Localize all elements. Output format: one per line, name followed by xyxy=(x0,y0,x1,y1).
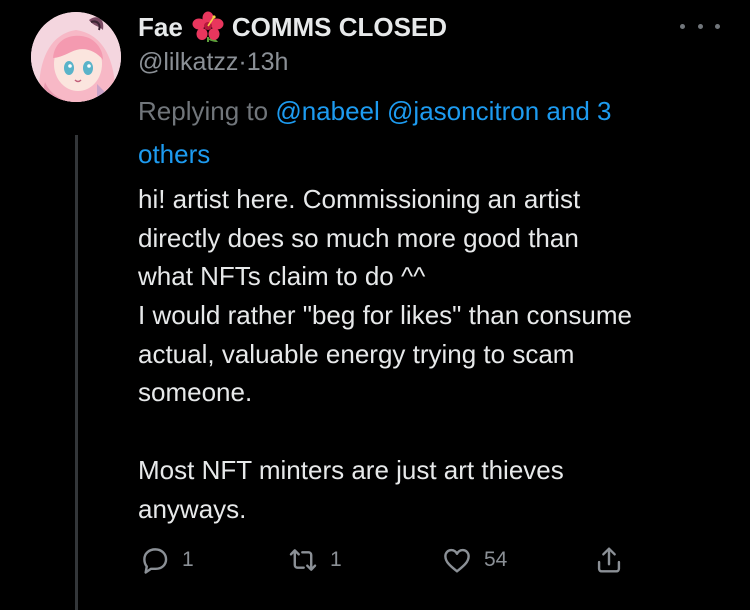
hibiscus-icon xyxy=(192,11,224,43)
display-name[interactable]: Fae xyxy=(138,12,183,43)
tweet-text-line: Most NFT minters are just art thieves xyxy=(138,454,564,485)
mention-link[interactable]: @nabeel xyxy=(275,96,379,126)
tweet-actions: 1 1 54 xyxy=(138,543,698,577)
more-dot xyxy=(697,23,703,29)
tweet-time[interactable]: 13h xyxy=(247,48,289,76)
like-button[interactable]: 54 xyxy=(440,543,507,577)
more-dot xyxy=(715,23,720,29)
retweet-button[interactable]: 1 xyxy=(286,543,342,577)
heart-icon xyxy=(444,548,470,573)
author-name-row[interactable]: Fae COMMS CLOSED xyxy=(138,10,698,44)
tweet-text-line: hi! artist here. Commissioning an artist xyxy=(138,184,581,214)
meta-separator: · xyxy=(238,48,247,76)
tweet-header: Fae COMMS CLOSED @lilkatzz·13h xyxy=(138,10,698,77)
like-count: 54 xyxy=(484,548,508,571)
share-icon xyxy=(597,547,621,573)
tweet-text: hi! artist here. Commissioning an artist… xyxy=(138,180,738,528)
replying-to: Replying to @nabeel @jasoncitron and 3 o… xyxy=(138,90,698,176)
handle-row: @lilkatzz·13h xyxy=(138,48,698,77)
thread-line xyxy=(75,135,78,610)
tweet-text-line: anyways. xyxy=(138,493,247,524)
retweet-icon xyxy=(289,549,317,571)
tweet-text-line: what NFTs claim to do ^^ xyxy=(138,261,426,292)
replying-others-label[interactable]: others xyxy=(138,139,210,169)
replying-prefix: Replying to xyxy=(138,96,269,126)
mention-link[interactable]: @jasoncitron xyxy=(387,96,539,126)
tweet-text-line: actual, valuable energy trying to scam xyxy=(138,338,575,369)
author-handle[interactable]: @lilkatzz xyxy=(138,48,238,76)
replying-and[interactable]: and xyxy=(546,96,589,126)
more-dot xyxy=(680,23,685,29)
tweet-text-line: someone. xyxy=(138,377,253,408)
share-button[interactable] xyxy=(592,543,626,577)
retweet-count: 1 xyxy=(330,548,342,571)
avatar-illustration xyxy=(31,12,121,102)
tweet-text-line: I would rather "beg for likes" than cons… xyxy=(138,300,632,331)
avatar[interactable] xyxy=(31,12,121,102)
reply-count: 1 xyxy=(182,548,194,571)
reply-icon xyxy=(143,548,168,574)
display-name-suffix[interactable]: COMMS CLOSED xyxy=(232,12,447,43)
more-options-icon[interactable] xyxy=(680,16,720,36)
reply-button[interactable]: 1 xyxy=(138,543,194,577)
replying-others-count[interactable]: 3 xyxy=(597,96,611,126)
tweet-text-line: directly does so much more good than xyxy=(138,222,579,253)
